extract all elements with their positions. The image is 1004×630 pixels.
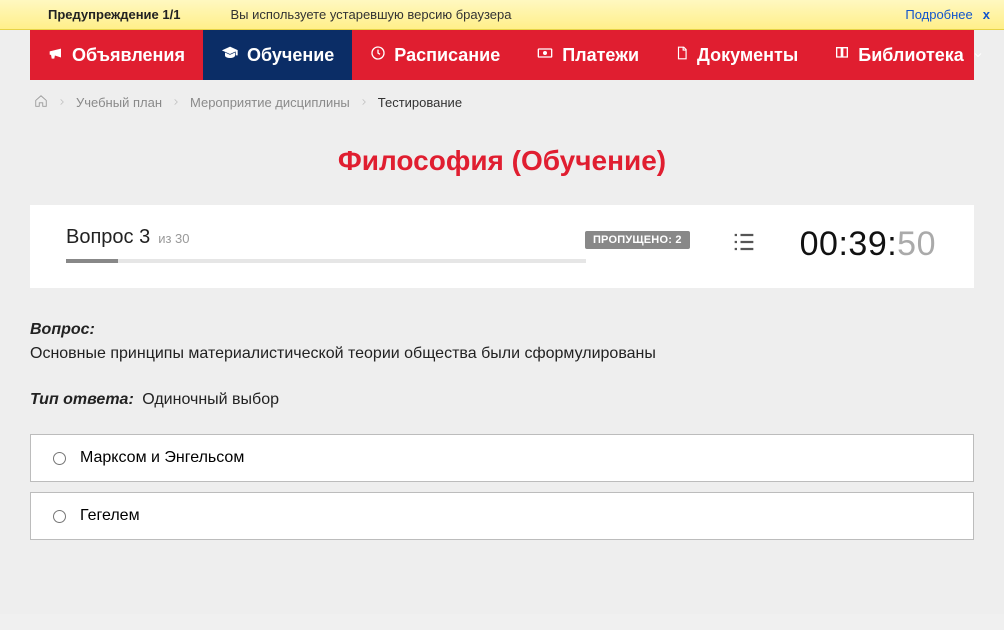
skipped-badge: ПРОПУЩЕНО: 2 bbox=[585, 231, 690, 249]
breadcrumb-item-current: Тестирование bbox=[378, 95, 462, 110]
answer-list: Марксом и Энгельсом Гегелем bbox=[30, 434, 974, 540]
warning-more-link[interactable]: Подробнее bbox=[905, 7, 972, 22]
page-title: Философия (Обучение) bbox=[0, 145, 1004, 177]
question-number: Вопрос 3 bbox=[66, 226, 150, 249]
breadcrumb: Учебный план Мероприятие дисциплины Тест… bbox=[0, 80, 1004, 121]
page-viewport[interactable]: Предупреждение 1/1 Вы используете устаре… bbox=[0, 0, 1004, 614]
breadcrumb-item[interactable]: Учебный план bbox=[76, 95, 162, 110]
home-icon[interactable] bbox=[34, 94, 48, 111]
progress-fill bbox=[66, 259, 118, 263]
document-icon bbox=[675, 45, 689, 66]
nav-announcements[interactable]: Объявления bbox=[30, 30, 203, 80]
chevron-down-icon bbox=[972, 45, 984, 66]
nav-library[interactable]: Библиотека bbox=[816, 30, 1002, 80]
nav-label: Расписание bbox=[394, 45, 500, 66]
nav-label: Платежи bbox=[562, 45, 639, 66]
nav-label: Объявления bbox=[72, 45, 185, 66]
answer-option[interactable]: Марксом и Энгельсом bbox=[30, 434, 974, 482]
nav-label: Обучение bbox=[247, 45, 334, 66]
answer-text: Гегелем bbox=[80, 507, 140, 525]
timer: 00:39:50 bbox=[800, 225, 944, 264]
megaphone-icon bbox=[48, 45, 64, 66]
answer-option[interactable]: Гегелем bbox=[30, 492, 974, 540]
question-list-button[interactable] bbox=[730, 228, 760, 261]
answer-radio[interactable] bbox=[53, 510, 66, 523]
question-label: Вопрос: bbox=[30, 321, 95, 338]
chevron-right-icon bbox=[360, 95, 368, 110]
question-body: Вопрос: Основные принципы материалистиче… bbox=[30, 318, 974, 412]
chevron-right-icon bbox=[172, 95, 180, 110]
answer-radio[interactable] bbox=[53, 452, 66, 465]
warning-title: Предупреждение 1/1 bbox=[48, 7, 180, 22]
progress-bar bbox=[66, 259, 586, 263]
horizontal-scrollbar[interactable] bbox=[0, 614, 1004, 630]
question-text: Основные принципы материалистической тео… bbox=[30, 345, 656, 362]
question-total: из 30 bbox=[158, 231, 189, 246]
nav-payments[interactable]: Платежи bbox=[518, 30, 657, 80]
timer-main: 00:39: bbox=[800, 225, 898, 264]
answer-text: Марксом и Энгельсом bbox=[80, 449, 244, 467]
book-icon bbox=[834, 45, 850, 66]
graduation-cap-icon bbox=[221, 45, 239, 66]
answer-type-label: Тип ответа: bbox=[30, 391, 134, 408]
warning-close-button[interactable]: x bbox=[983, 7, 990, 22]
main-nav: Объявления Обучение Расписание Платежи Д… bbox=[30, 30, 974, 80]
answer-type-value: Одиночный выбор bbox=[142, 391, 279, 408]
nav-education[interactable]: Обучение bbox=[203, 30, 352, 80]
chevron-right-icon bbox=[58, 95, 66, 110]
warning-bar: Предупреждение 1/1 Вы используете устаре… bbox=[0, 0, 1004, 30]
timer-seconds: 50 bbox=[897, 225, 936, 264]
breadcrumb-item[interactable]: Мероприятие дисциплины bbox=[190, 95, 350, 110]
warning-text: Вы используете устаревшую версию браузер… bbox=[230, 7, 511, 22]
clock-icon bbox=[370, 45, 386, 66]
nav-label: Документы bbox=[697, 45, 798, 66]
nav-documents[interactable]: Документы bbox=[657, 30, 816, 80]
nav-label: Библиотека bbox=[858, 45, 964, 66]
question-header-card: Вопрос 3 из 30 ПРОПУЩЕНО: 2 00:39:50 bbox=[30, 205, 974, 288]
cash-icon bbox=[536, 45, 554, 66]
nav-schedule[interactable]: Расписание bbox=[352, 30, 518, 80]
